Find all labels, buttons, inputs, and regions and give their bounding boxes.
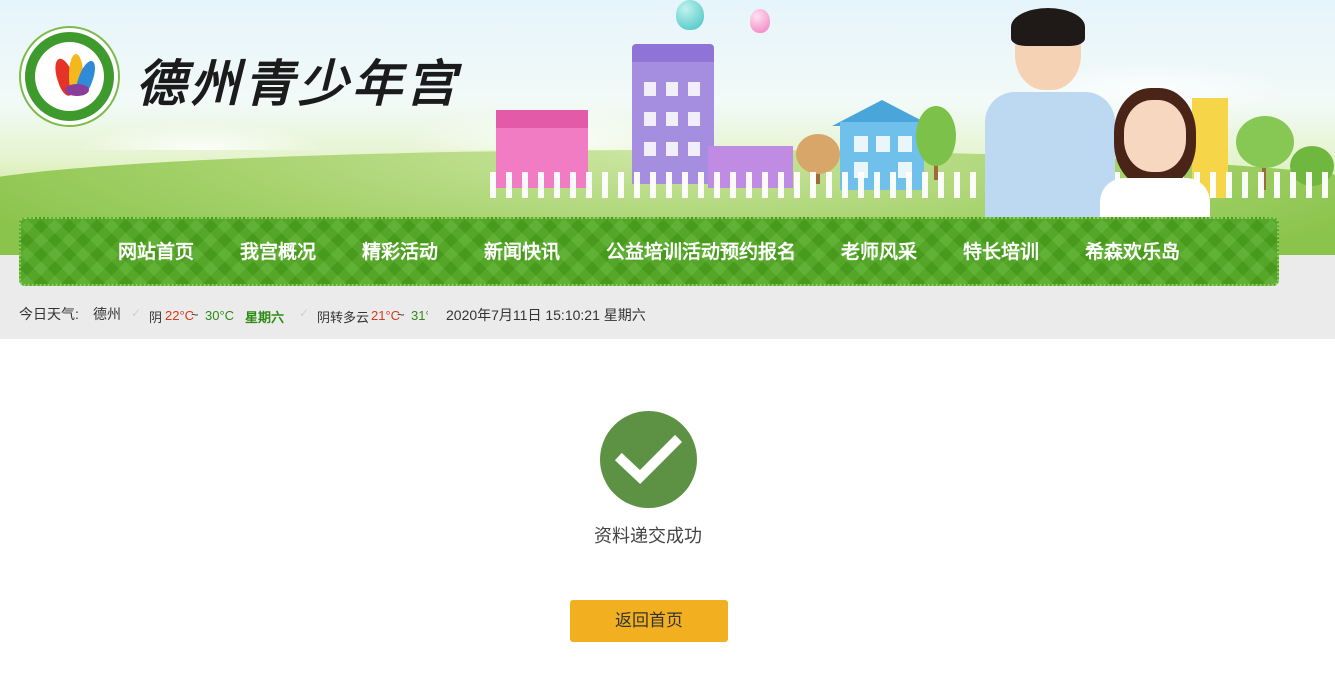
weather-tomorrow-high: 31° <box>411 308 428 323</box>
girl-illustration <box>1100 88 1210 223</box>
site-title: 德州青少年宫 <box>136 54 460 113</box>
nav-item-happy-island[interactable]: 希森欢乐岛 <box>1085 219 1180 284</box>
balloon-icon <box>676 0 704 30</box>
nav-item-about[interactable]: 我宫概况 <box>240 219 316 284</box>
weather-today-condition: 阴 <box>149 310 163 325</box>
success-message: 资料递交成功 <box>594 526 702 546</box>
boy-illustration <box>985 8 1115 222</box>
purple-building <box>632 62 714 184</box>
nav-item-news[interactable]: 新闻快讯 <box>484 219 560 284</box>
cloud-icon: ✓ <box>299 306 310 320</box>
nav-item-home[interactable]: 网站首页 <box>118 219 194 284</box>
nav-item-activities[interactable]: 精彩活动 <box>362 219 438 284</box>
weather-city: 德州 <box>93 306 121 322</box>
nav-item-specialty-training[interactable]: 特长培训 <box>963 219 1039 284</box>
check-icon <box>600 411 697 508</box>
nav-item-teachers[interactable]: 老师风采 <box>841 219 917 284</box>
tree-icon <box>916 106 956 166</box>
cloud-icon: ✓ <box>131 306 142 320</box>
weather-tomorrow-condition: 阴转多云 <box>317 310 370 325</box>
weather-tomorrow-tilde: ~ <box>397 307 405 322</box>
nav-item-training-signup[interactable]: 公益培训活动预约报名 <box>606 219 796 284</box>
balloon-icon <box>750 9 770 33</box>
tree-icon <box>1236 116 1294 168</box>
weather-today-low: 22°C <box>165 308 195 323</box>
back-home-button[interactable]: 返回首页 <box>570 600 728 642</box>
site-logo[interactable] <box>21 28 118 125</box>
weather-today-tilde: ~ <box>191 307 199 322</box>
current-datetime: 2020年7月11日 15:10:21 星期六 <box>446 307 646 323</box>
tree-icon <box>796 134 840 174</box>
weather-today-day: 星期六 <box>245 310 285 325</box>
main-nav: 网站首页 我宫概况 精彩活动 新闻快讯 公益培训活动预约报名 老师风采 特长培训… <box>19 217 1279 286</box>
weather-tomorrow-low: 21°C <box>371 308 401 323</box>
weather-label: 今日天气: <box>19 306 79 322</box>
weather-today-high: 30°C <box>205 308 235 323</box>
